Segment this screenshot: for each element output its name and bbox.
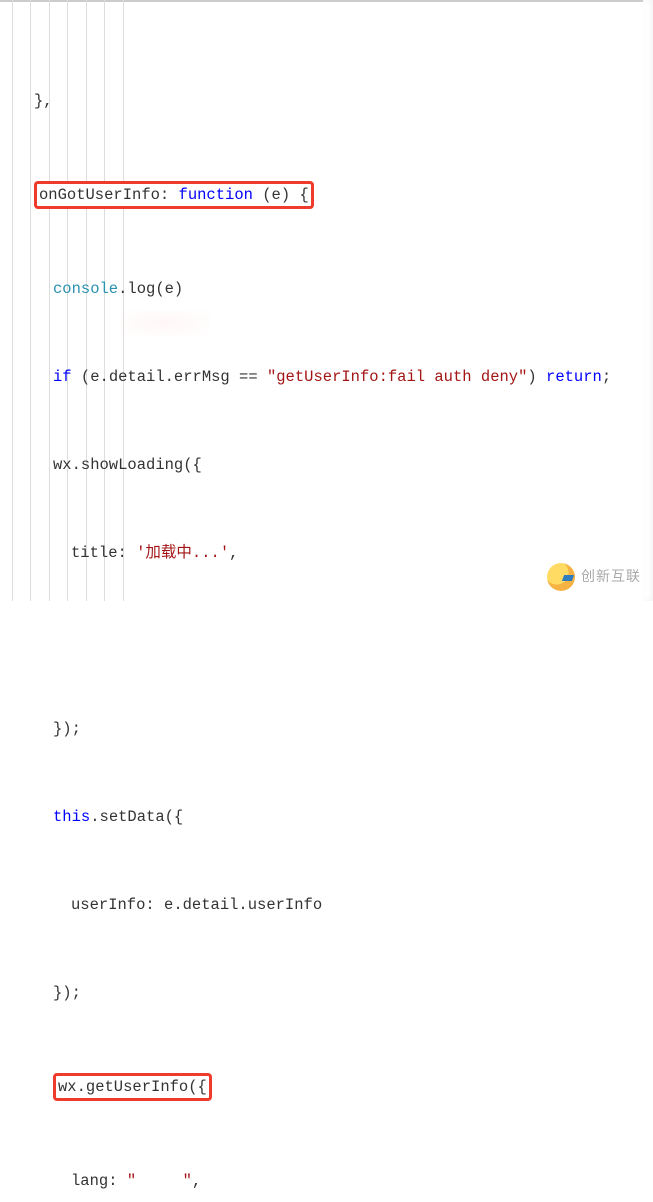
code-line: }, xyxy=(0,90,653,112)
builtin: console xyxy=(53,280,118,298)
code-line: wx.showLoading({ xyxy=(0,454,653,476)
code-line: }); xyxy=(0,982,653,1004)
string: '加载中...' xyxy=(136,544,229,562)
code-text: , xyxy=(229,544,238,562)
code-line: console.log(e) xyxy=(0,278,653,300)
code-text: .setData({ xyxy=(90,808,183,826)
code-text: (e) { xyxy=(253,186,309,204)
code-text: wx.showLoading({ xyxy=(53,456,202,474)
code-text: wx.getUserInfo({ xyxy=(58,1078,207,1096)
code-line: lang: " ", xyxy=(0,1170,653,1192)
keyword: this xyxy=(53,808,90,826)
code-text: ; xyxy=(602,368,611,386)
code-text: (e.detail.errMsg == xyxy=(72,368,267,386)
code-text: .log(e) xyxy=(118,280,183,298)
code-text: }); xyxy=(53,720,81,738)
right-edge xyxy=(643,0,653,601)
code-text: title: xyxy=(71,544,136,562)
watermark-icon xyxy=(547,563,575,591)
code-line: title: '加载中...', xyxy=(0,542,653,564)
code-text: userInfo: e.detail.userInfo xyxy=(71,896,322,914)
code-text: lang: xyxy=(71,1172,127,1190)
keyword: if xyxy=(53,368,72,386)
string: "getUserInfo:fail auth deny" xyxy=(267,368,527,386)
code-text: }, xyxy=(34,92,53,110)
code-line: this.setData({ xyxy=(0,806,653,828)
code-text: }); xyxy=(53,984,81,1002)
code-text: ) xyxy=(527,368,546,386)
keyword: return xyxy=(546,368,602,386)
code-text: , xyxy=(192,1172,201,1190)
code-line: if (e.detail.errMsg == "getUserInfo:fail… xyxy=(0,366,653,388)
code-line: userInfo: e.detail.userInfo xyxy=(0,894,653,916)
code-text: onGotUserInfo: xyxy=(39,186,179,204)
highlight-box-1-row: onGotUserInfo: function (e) { xyxy=(0,178,653,212)
string: " " xyxy=(127,1172,192,1190)
code-line: }); xyxy=(0,718,653,740)
highlight-box-1: onGotUserInfo: function (e) { xyxy=(34,181,314,209)
code-block: }, onGotUserInfo: function (e) { console… xyxy=(0,0,653,1202)
code-line xyxy=(0,630,653,652)
watermark-text: 创新互联 xyxy=(581,567,641,587)
highlight-box-2-row: wx.getUserInfo({ xyxy=(0,1070,653,1104)
keyword: function xyxy=(179,186,253,204)
highlight-box-2: wx.getUserInfo({ xyxy=(53,1073,212,1101)
watermark: 创新互联 xyxy=(547,563,641,591)
